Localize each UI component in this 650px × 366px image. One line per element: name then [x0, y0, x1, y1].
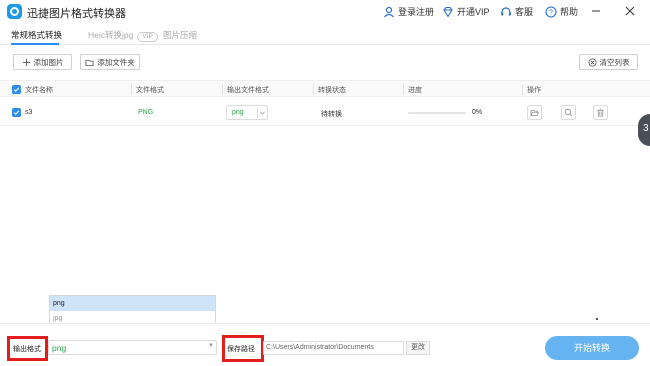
- tab-general-convert[interactable]: 常规格式转换: [11, 29, 62, 41]
- column-filename: 文件名称: [25, 87, 53, 94]
- table-row[interactable]: s3 PNG png 待转换 0%: [0, 100, 650, 126]
- select-all-checkbox[interactable]: [12, 85, 21, 94]
- row-filename: s3: [25, 109, 33, 116]
- column-progress: 进度: [408, 87, 422, 94]
- delete-button[interactable]: [593, 105, 608, 120]
- title-bar: 迅捷图片格式转换器 登录注册 开通VIP 客服 ? 帮助: [0, 0, 650, 24]
- vip-label: 开通VIP: [457, 7, 490, 17]
- user-icon: [384, 6, 394, 17]
- side-handle-label: 3: [643, 123, 649, 134]
- active-tab-indicator: [11, 43, 59, 45]
- add-image-label: 添加图片: [33, 57, 64, 67]
- chevron-down-icon: ▼: [208, 343, 214, 349]
- column-divider: [522, 84, 523, 95]
- row-output-format-value: png: [232, 109, 244, 116]
- clear-circle-icon: [587, 57, 597, 67]
- headset-icon: [501, 6, 511, 15]
- folder-icon: [85, 59, 94, 66]
- column-divider: [222, 84, 223, 95]
- app-title: 迅捷图片格式转换器: [27, 8, 126, 20]
- minimize-icon: [592, 10, 600, 12]
- check-icon: [13, 110, 20, 116]
- add-folder-label: 添加文件夹: [97, 57, 135, 67]
- add-folder-button[interactable]: 添加文件夹: [80, 54, 140, 70]
- app-logo-icon: [7, 4, 22, 19]
- svg-text:?: ?: [549, 9, 553, 16]
- clear-list-button[interactable]: 清空列表: [579, 54, 638, 70]
- service-label: 客服: [515, 7, 534, 17]
- vip-button[interactable]: 开通VIP: [442, 5, 490, 18]
- tab-image-compress[interactable]: 图片压缩: [163, 29, 197, 41]
- row-progress-text: 0%: [472, 109, 483, 116]
- stray-dot: [596, 318, 598, 320]
- open-folder-button[interactable]: [527, 105, 542, 120]
- open-folder-icon: [530, 109, 539, 117]
- output-format-label: 输出格式: [13, 346, 41, 353]
- login-label: 登录注册: [398, 7, 435, 17]
- help-button[interactable]: ? 帮助: [545, 5, 578, 18]
- start-convert-button[interactable]: 开始转换: [545, 336, 639, 360]
- output-format-value: png: [52, 343, 67, 353]
- side-floating-handle[interactable]: 3: [638, 114, 650, 146]
- preview-button[interactable]: [561, 105, 576, 120]
- save-path-label: 保存路径: [227, 346, 255, 353]
- column-output-format: 输出文件格式: [227, 87, 269, 94]
- column-divider: [131, 84, 132, 95]
- tab-bar: 常规格式转换 Heic转换jpg VIP 图片压缩: [0, 24, 650, 45]
- dropdown-option-png[interactable]: png: [50, 296, 215, 311]
- help-icon: ?: [545, 5, 557, 18]
- row-file-format: PNG: [138, 109, 154, 116]
- row-output-format-select[interactable]: png: [226, 105, 268, 120]
- tab-heic-label: Heic转换jpg: [88, 30, 134, 40]
- trash-icon: [597, 108, 604, 117]
- column-divider: [403, 84, 404, 95]
- vip-badge: VIP: [137, 32, 158, 42]
- save-path-field[interactable]: C:\Users\Administrator\Documents: [263, 341, 404, 355]
- close-icon: [625, 6, 635, 16]
- close-button[interactable]: [623, 4, 637, 18]
- magnifier-icon: [564, 108, 573, 117]
- help-label: 帮助: [560, 7, 579, 17]
- change-path-button[interactable]: 更改: [406, 341, 430, 355]
- plus-icon: [22, 58, 30, 66]
- table-header: 文件名称 文件格式 输出文件格式 转换状态 进度 操作: [0, 80, 650, 97]
- column-divider: [313, 84, 314, 95]
- minimize-button[interactable]: [589, 4, 603, 18]
- add-image-button[interactable]: 添加图片: [13, 54, 72, 70]
- row-checkbox[interactable]: [12, 108, 21, 117]
- row-status: 待转换: [321, 111, 342, 118]
- output-format-select[interactable]: png ▼: [48, 340, 217, 355]
- column-file-format: 文件格式: [136, 87, 164, 94]
- column-status: 转换状态: [318, 87, 346, 94]
- tab-heic-to-jpg[interactable]: Heic转换jpg VIP: [88, 29, 158, 42]
- vip-diamond-icon: [443, 6, 453, 18]
- clear-list-label: 清空列表: [599, 57, 630, 67]
- check-icon: [13, 87, 20, 93]
- chevron-down-icon: [257, 107, 266, 118]
- row-progress-bar: [408, 112, 466, 114]
- login-button[interactable]: 登录注册: [383, 5, 434, 18]
- service-button[interactable]: 客服: [500, 5, 533, 18]
- column-actions: 操作: [527, 87, 541, 94]
